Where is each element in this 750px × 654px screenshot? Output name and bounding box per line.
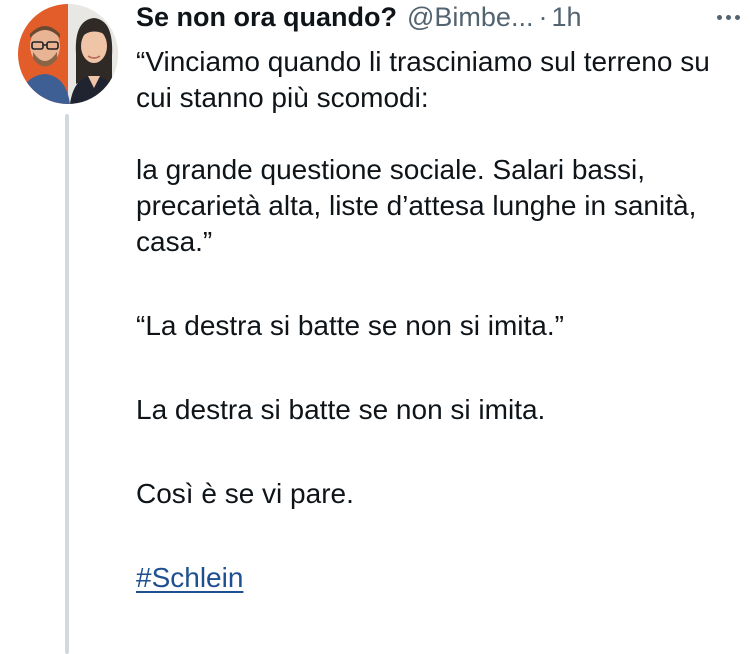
tweet-text: “Vinciamo quando li trasciniamo sul terr… [136, 44, 736, 632]
hashtag-link[interactable]: #Schlein [136, 562, 243, 593]
avatar-two-people-icon [18, 4, 118, 104]
thread-line [65, 114, 69, 654]
display-name[interactable]: Se non ora quando? [136, 0, 397, 34]
separator-dot: · [538, 2, 548, 32]
avatar[interactable] [18, 4, 118, 104]
user-handle[interactable]: @Bimbe... [407, 0, 533, 34]
tweet-paragraph: “Vinciamo quando li trasciniamo sul terr… [136, 46, 710, 113]
more-options-button[interactable] [710, 0, 746, 34]
tweet-paragraph: la grande questione sociale. Salari bass… [136, 154, 697, 257]
timestamp[interactable]: 1h [551, 0, 581, 34]
tweet-paragraph: Così è se vi pare. [136, 478, 354, 509]
tweet-paragraph: “La destra si batte se non si imita.” [136, 310, 564, 341]
more-horizontal-icon [716, 14, 722, 20]
tweet-paragraph: La destra si batte se non si imita. [136, 394, 546, 425]
tweet-header: Se non ora quando? @Bimbe... · 1h [136, 0, 736, 34]
